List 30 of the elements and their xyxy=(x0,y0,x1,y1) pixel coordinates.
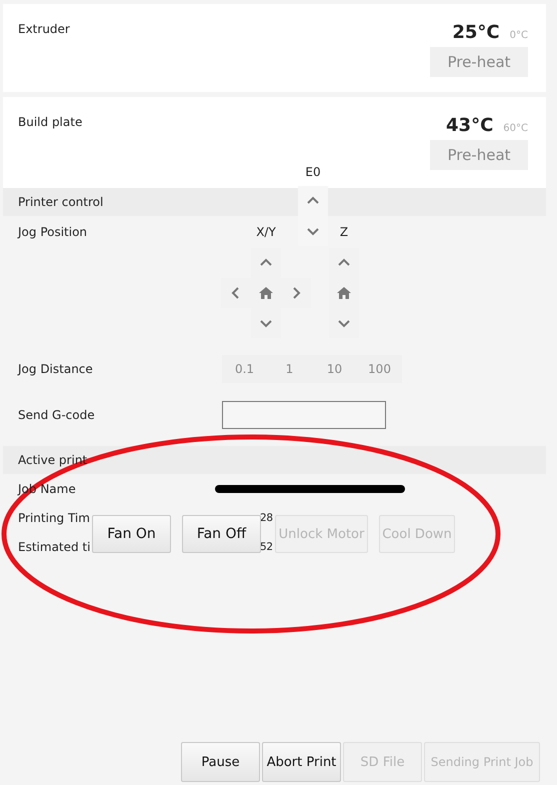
jog-button[interactable] xyxy=(298,186,328,216)
section-title: Active print xyxy=(18,453,88,467)
distance-option[interactable]: 1 xyxy=(267,355,312,383)
action-button[interactable]: Abort Print xyxy=(262,742,341,782)
field-label: Printing Tim xyxy=(18,510,90,524)
overlay-button[interactable]: Fan On xyxy=(92,515,171,553)
field-label: Jog Distance xyxy=(18,362,93,376)
extruder-label: E0 xyxy=(305,164,321,181)
field-label: Send G-code xyxy=(18,408,95,422)
overlay-button[interactable]: Fan Off xyxy=(182,515,261,553)
field-label: Jog Position xyxy=(18,225,88,239)
axis-label: Z xyxy=(340,225,348,239)
field-label: Estimated ti xyxy=(18,540,90,554)
panel-title: Build plate xyxy=(18,115,82,131)
action-button[interactable]: Pause xyxy=(181,742,260,782)
distance-option[interactable]: 0.1 xyxy=(222,355,267,383)
target-temperature: 0°C xyxy=(510,30,528,41)
temperature: 25°C xyxy=(452,22,500,43)
field-value: 28 xyxy=(260,512,273,524)
panel-title: Extruder xyxy=(18,22,70,38)
home-icon xyxy=(336,286,352,300)
distance-option[interactable]: 100 xyxy=(357,355,402,383)
field-value: 52 xyxy=(260,540,273,552)
distance-option[interactable]: 10 xyxy=(312,355,357,383)
axis-label: X/Y xyxy=(256,225,276,239)
section-title: Printer control xyxy=(18,195,104,209)
gcode-input-field[interactable] xyxy=(222,401,386,429)
temperature: 43°C xyxy=(446,115,494,136)
home-icon xyxy=(258,286,274,300)
target-temperature: 60°C xyxy=(503,123,528,134)
